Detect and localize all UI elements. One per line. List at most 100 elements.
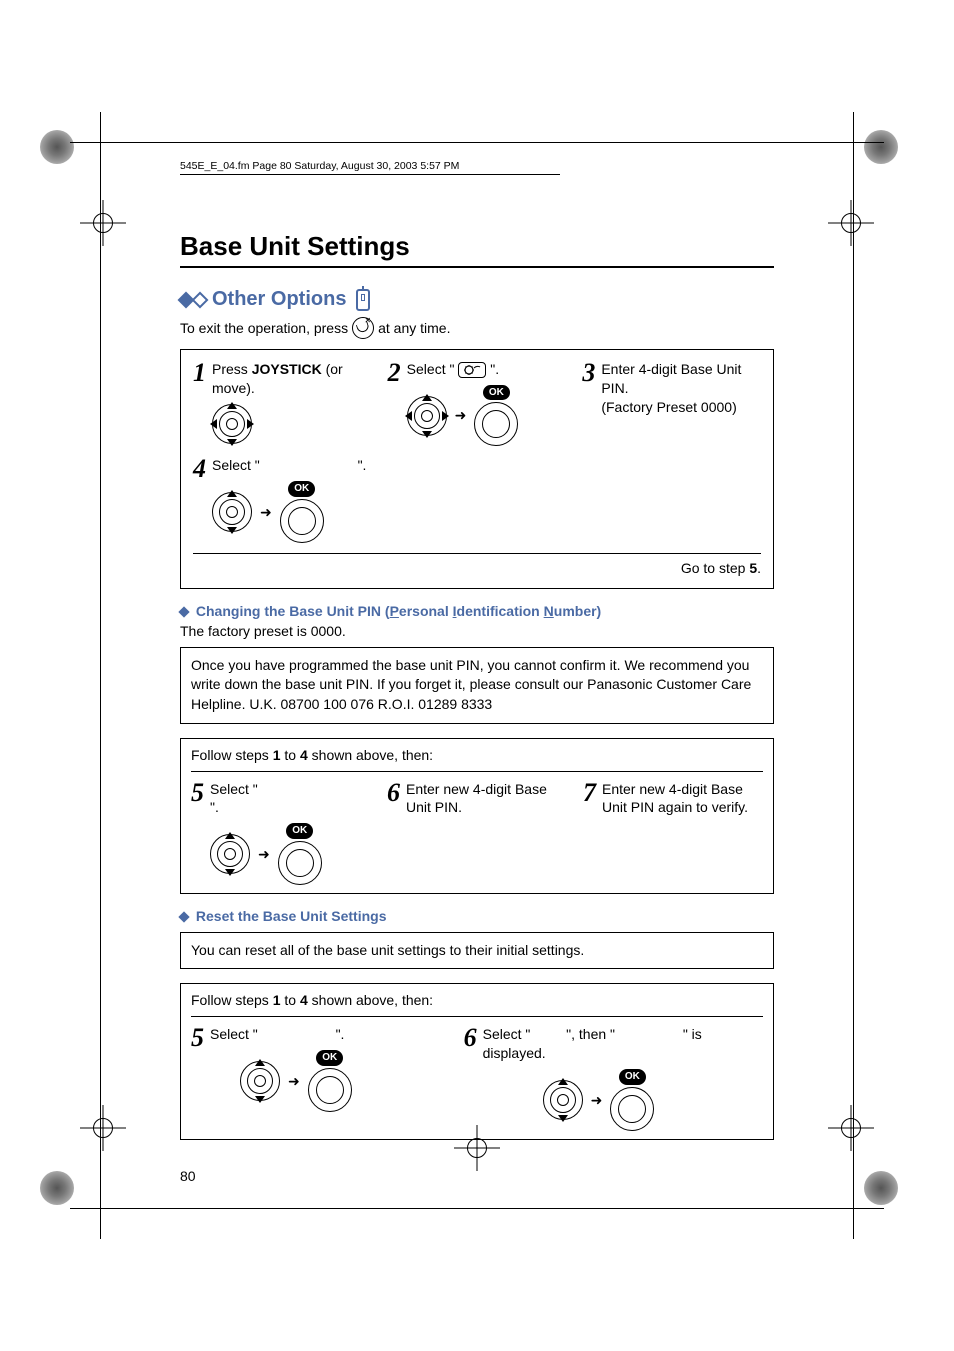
pin-step-6: 6 Enter new 4-digit Base Unit PIN. [387, 780, 567, 818]
reset-follow-box: Follow steps 1 to 4 shown above, then: 5… [180, 983, 774, 1139]
ok-badge: OK [286, 823, 313, 839]
joystick-updown-icon [543, 1080, 583, 1120]
pin-warning-box: Once you have programmed the base unit P… [180, 647, 774, 724]
joystick-updown-icon [212, 492, 252, 532]
reset-s6-a: Select " [483, 1026, 531, 1042]
pin-heading-p: P [390, 603, 399, 619]
pin-s7-text: Enter new 4-digit Base Unit PIN again to… [602, 780, 763, 818]
joystick-4way-icon [212, 404, 252, 444]
pin-sub: The factory preset is 0000. [180, 623, 774, 639]
pin-heading-mid1: ersonal [399, 603, 453, 619]
reset-s5-b: ". [336, 1026, 345, 1042]
step-2: 2 Select " ". ➜ OK [388, 360, 567, 446]
step-1-text-b: JOYSTICK [252, 361, 322, 377]
arrow-right-icon: ➜ [288, 1072, 300, 1091]
ok-badge: OK [316, 1050, 343, 1066]
joystick-updown-icon [210, 834, 250, 874]
reset-heading-text: Reset the Base Unit Settings [196, 908, 387, 924]
follow-b: 1 [273, 747, 281, 763]
joystick-4way-icon [407, 396, 447, 436]
step-2-text-a: Select " [407, 361, 455, 377]
pin-s5-b: ". [210, 799, 219, 815]
follow-a: Follow steps [191, 747, 273, 763]
reset-step-6: 6 Select " ", then " " is displayed. ➜ [464, 1025, 763, 1130]
ok-button-icon [280, 499, 324, 543]
follow-header: Follow steps 1 to 4 shown above, then: [191, 992, 763, 1017]
registration-mark [864, 130, 914, 180]
step-3: 3 Enter 4-digit Base Unit PIN. (Factory … [582, 360, 761, 417]
follow-e: shown above, then: [308, 747, 433, 763]
step-number: 2 [388, 360, 401, 446]
reset-s5-a: Select " [210, 1026, 258, 1042]
exit-suffix: at any time. [378, 320, 450, 336]
step-number: 6 [387, 780, 400, 818]
step-4: 4 Select " ". ➜ OK [193, 456, 410, 542]
follow-a: Follow steps [191, 992, 273, 1008]
settings-gear-icon [458, 362, 486, 378]
step-number: 6 [464, 1025, 477, 1130]
reset-note-box: You can reset all of the base unit setti… [180, 932, 774, 970]
follow-header: Follow steps 1 to 4 shown above, then: [191, 747, 763, 772]
follow-c: to [281, 747, 300, 763]
ok-button-icon [610, 1087, 654, 1131]
ok-badge: OK [288, 481, 315, 497]
goto-b: 5 [749, 560, 757, 576]
page-title: Base Unit Settings [180, 231, 774, 262]
registration-mark [40, 130, 90, 180]
joystick-updown-icon [240, 1061, 280, 1101]
diamond-icon [192, 291, 209, 308]
go-to-step: Go to step 5. [193, 553, 761, 576]
reset-step-5: 5 Select " ". ➜ OK [191, 1025, 448, 1111]
arrow-right-icon: ➜ [258, 845, 270, 864]
exit-prefix: To exit the operation, press [180, 320, 348, 336]
power-off-icon [352, 317, 374, 339]
step-3-text: Enter 4-digit Base Unit PIN. (Factory Pr… [601, 360, 761, 417]
registration-mark [40, 1171, 90, 1221]
page-number: 80 [180, 1168, 774, 1184]
fm-header: 545E_E_04.fm Page 80 Saturday, August 30… [180, 160, 560, 175]
section-title: Other Options [180, 288, 774, 311]
step-number: 5 [191, 1025, 204, 1111]
goto-a: Go to step [681, 560, 749, 576]
step-number: 4 [193, 456, 206, 542]
steps-box: 1 Press JOYSTICK (or move). 2 [180, 349, 774, 589]
section-title-text: Other Options [212, 288, 346, 311]
step-number: 3 [582, 360, 595, 417]
pin-s5-a: Select " [210, 781, 258, 797]
title-rule [180, 266, 774, 268]
diamond-icon [178, 911, 189, 922]
step-number: 1 [193, 360, 206, 444]
arrow-right-icon: ➜ [260, 503, 272, 522]
follow-e: shown above, then: [308, 992, 433, 1008]
step-4-text-a: Select " [212, 457, 260, 473]
pin-heading-suffix: umber) [554, 603, 601, 619]
diamond-icon [178, 606, 189, 617]
pin-heading-n: N [544, 603, 554, 619]
pin-step-7: 7 Enter new 4-digit Base Unit PIN again … [583, 780, 763, 818]
ok-badge: OK [483, 385, 510, 401]
step-number: 5 [191, 780, 204, 885]
step-number: 7 [583, 780, 596, 818]
handset-icon [356, 289, 370, 311]
follow-d: 4 [300, 992, 308, 1008]
registration-mark [864, 1171, 914, 1221]
subhead-change-pin: Changing the Base Unit PIN (Personal Ide… [180, 603, 774, 619]
exit-instruction: To exit the operation, press at any time… [180, 317, 774, 339]
step-1: 1 Press JOYSTICK (or move). [193, 360, 372, 444]
pin-step-5: 5 Select " ". ➜ OK [191, 780, 371, 885]
step-4-text-b: ". [358, 457, 367, 473]
arrow-right-icon: ➜ [455, 406, 467, 425]
ok-button-icon [278, 841, 322, 885]
subhead-reset: Reset the Base Unit Settings [180, 908, 774, 924]
follow-b: 1 [273, 992, 281, 1008]
follow-c: to [281, 992, 300, 1008]
goto-c: . [757, 560, 761, 576]
pin-follow-box: Follow steps 1 to 4 shown above, then: 5… [180, 738, 774, 894]
ok-button-icon [474, 402, 518, 446]
pin-heading-prefix: Changing the Base Unit PIN ( [196, 603, 390, 619]
pin-heading-mid2: dentification [457, 603, 544, 619]
reset-s6-b: ", then " [566, 1026, 615, 1042]
follow-d: 4 [300, 747, 308, 763]
ok-badge: OK [619, 1069, 646, 1085]
step-2-text-b: ". [490, 361, 499, 377]
